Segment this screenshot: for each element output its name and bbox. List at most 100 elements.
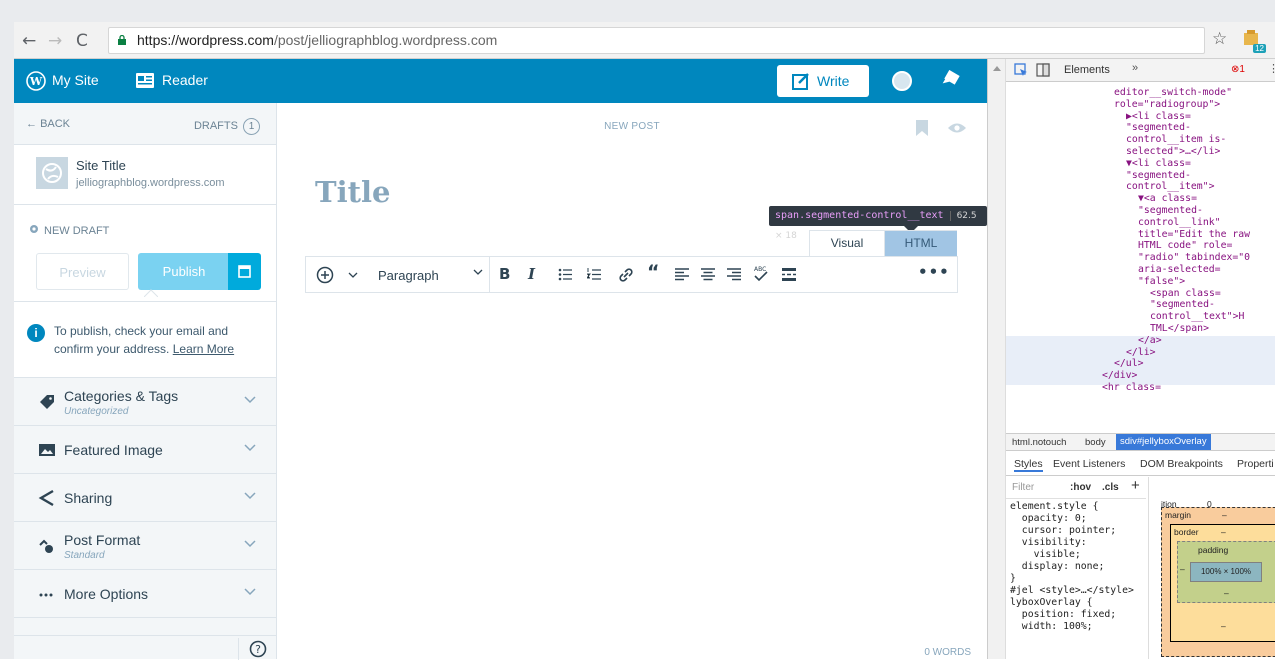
dom-line[interactable]: "false"> [1138, 276, 1185, 288]
dom-line[interactable]: aria-selected= [1138, 264, 1221, 276]
breadcrumb-html[interactable]: html.notouch [1012, 437, 1066, 448]
breadcrumb-body[interactable]: body [1085, 437, 1106, 448]
bookmark-star-icon[interactable]: ☆ [1212, 29, 1227, 49]
dom-line[interactable]: control__item"> [1126, 181, 1214, 193]
italic-icon[interactable]: I [528, 265, 535, 283]
dom-line[interactable]: control__text">H [1150, 311, 1244, 323]
my-site-link[interactable]: My Site [52, 72, 99, 88]
chevron-down-icon [244, 540, 256, 548]
filter-input[interactable]: Filter [1012, 482, 1034, 493]
dom-line[interactable]: </li> [1126, 347, 1156, 359]
reload-icon[interactable]: C [76, 31, 88, 51]
write-button[interactable]: Write [777, 65, 869, 97]
spellcheck-icon[interactable]: ABC [753, 264, 769, 284]
tab-properties[interactable]: Properti [1237, 458, 1274, 470]
tab-dom-breakpoints[interactable]: DOM Breakpoints [1140, 458, 1223, 470]
chevron-down-icon [244, 588, 256, 596]
page-scrollbar[interactable] [988, 59, 1006, 659]
wordpress-logo-icon[interactable]: W [26, 71, 46, 91]
preview-button[interactable]: Preview [36, 253, 129, 290]
help-button[interactable]: ? [238, 638, 276, 660]
dom-line[interactable]: "segmented- [1150, 299, 1215, 311]
align-right-icon[interactable] [727, 268, 741, 281]
schedule-button[interactable] [228, 253, 261, 290]
format-select[interactable]: Paragraph [378, 268, 439, 283]
eye-icon[interactable] [947, 122, 967, 134]
read-more-icon[interactable] [782, 268, 796, 281]
dom-tree[interactable]: editor__switch-mode" role="radiogroup"> ▶<… [1006, 83, 1275, 433]
publish-button[interactable]: Publish [138, 253, 230, 290]
address-bar[interactable]: https://wordpress.com/post/jelliographbl… [108, 27, 1205, 54]
url-host: https://wordpress.com [137, 32, 274, 48]
drafts-label: DRAFTS [193, 120, 238, 132]
bookmark-icon[interactable] [915, 120, 929, 136]
dom-line[interactable]: title="Edit the raw [1138, 229, 1250, 241]
extension-icon[interactable]: 12 [1242, 29, 1266, 53]
add-content-icon[interactable] [316, 266, 334, 284]
learn-more-link[interactable]: Learn More [173, 342, 234, 356]
tab-styles[interactable]: Styles [1014, 458, 1043, 472]
drafts-button[interactable]: DRAFTS 1 [194, 118, 260, 135]
dom-line[interactable]: ▼<a class= [1138, 193, 1197, 205]
scroll-up-icon[interactable] [993, 65, 1001, 71]
dom-line[interactable]: editor__switch-mode" [1114, 87, 1232, 99]
devtools-menu-icon[interactable]: ⋮ [1268, 62, 1275, 75]
avatar[interactable] [892, 71, 912, 91]
dom-line[interactable]: "radio" tabindex="0 [1138, 252, 1250, 264]
inspect-element-icon[interactable] [1014, 63, 1028, 77]
hover-state-toggle[interactable]: :hov [1070, 482, 1091, 493]
align-left-icon[interactable] [675, 268, 689, 281]
css-rules[interactable]: element.style { opacity: 0; cursor: poin… [1010, 501, 1142, 633]
chevron-down-icon[interactable] [348, 272, 358, 278]
error-counter[interactable]: ⊗1 [1231, 64, 1245, 75]
add-rule-icon[interactable]: + [1131, 477, 1140, 494]
dom-line[interactable]: HTML code" role= [1138, 240, 1232, 252]
tab-html[interactable]: HTML [884, 231, 957, 256]
dom-line[interactable]: "segmented- [1138, 205, 1203, 217]
dom-line[interactable]: <hr class= [1102, 382, 1161, 394]
class-toggle[interactable]: .cls [1102, 482, 1119, 493]
accordion-more-options[interactable]: More Options [14, 570, 276, 618]
site-card[interactable]: Site Title jelliographblog.wordpress.com [14, 145, 276, 205]
chevron-down-icon[interactable] [473, 269, 483, 275]
dom-line[interactable]: "segmented- [1126, 170, 1191, 182]
notifications-bell-icon[interactable] [942, 70, 960, 90]
toolbar-divider [489, 257, 490, 292]
tab-visual[interactable]: Visual [810, 231, 884, 256]
dom-line[interactable]: <span class= [1150, 288, 1221, 300]
bold-icon[interactable]: B [499, 265, 510, 283]
back-button[interactable]: ← BACK [26, 118, 70, 130]
device-toolbar-icon[interactable] [1036, 63, 1050, 77]
reader-link[interactable]: Reader [162, 72, 208, 88]
dom-line[interactable]: </a> [1138, 335, 1162, 347]
accordion-post-format[interactable]: Post Format Standard [14, 522, 276, 570]
align-center-icon[interactable] [701, 268, 715, 281]
more-tools-icon[interactable]: ••• [918, 263, 950, 281]
more-tabs-icon[interactable]: » [1132, 62, 1138, 74]
new-draft-label: NEW DRAFT [44, 225, 110, 237]
dom-line[interactable]: </div> [1102, 370, 1137, 382]
dom-line[interactable]: control__link" [1138, 217, 1221, 229]
accordion-categories-tags[interactable]: Categories & Tags Uncategorized [14, 378, 276, 426]
dom-line[interactable]: ▼<li class= [1126, 158, 1191, 170]
tab-event-listeners[interactable]: Event Listeners [1053, 458, 1125, 470]
dom-line[interactable]: ▶<li class= [1126, 111, 1191, 123]
dom-line[interactable]: </ul> [1114, 358, 1144, 370]
numbered-list-icon[interactable] [587, 268, 601, 281]
bullet-list-icon[interactable] [558, 268, 572, 281]
link-icon[interactable] [618, 267, 634, 283]
back-arrow-icon[interactable]: ← [22, 31, 36, 51]
accordion-sharing[interactable]: Sharing [14, 474, 276, 522]
tab-elements[interactable]: Elements [1064, 64, 1110, 76]
dom-line[interactable]: selected">…</li> [1126, 146, 1220, 158]
post-title-input[interactable]: Title [315, 175, 390, 209]
dom-line[interactable]: TML</span> [1150, 323, 1209, 335]
blockquote-icon[interactable]: “ [647, 261, 660, 283]
dom-line[interactable]: control__item is- [1126, 134, 1226, 146]
forward-arrow-icon[interactable]: → [48, 31, 62, 51]
accordion-featured-image[interactable]: Featured Image [14, 426, 276, 474]
devtools-tabbar: Elements » ⊗1 ⋮ [1006, 59, 1275, 82]
breadcrumb-overlay[interactable]: sdiv#jellyboxOverlay [1116, 434, 1211, 450]
dom-line[interactable]: role="radiogroup"> [1114, 99, 1220, 111]
dom-line[interactable]: "segmented- [1126, 122, 1191, 134]
